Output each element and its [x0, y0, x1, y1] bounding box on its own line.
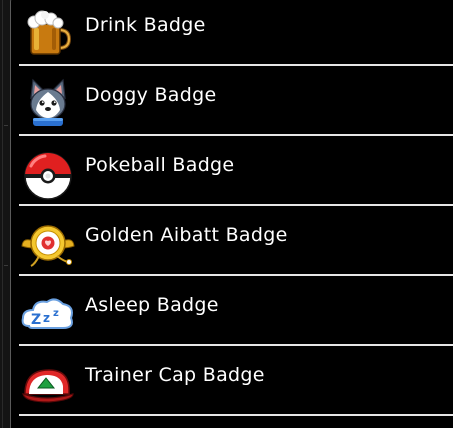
- badge-list-menu: Drink Badge Doggy Badge Pokeball Badge G…: [10, 0, 453, 428]
- badge-item-label: Pokeball Badge: [85, 154, 235, 176]
- badge-item-asleep[interactable]: Z z z Asleep Badge: [11, 276, 453, 346]
- badge-item-pokeball[interactable]: Pokeball Badge: [11, 136, 453, 206]
- sleep-cloud-icon: Z z z: [21, 286, 75, 340]
- badge-item-label: Trainer Cap Badge: [85, 364, 265, 386]
- badge-item-drink[interactable]: Drink Badge: [11, 0, 453, 66]
- badge-item-doggy[interactable]: Doggy Badge: [11, 66, 453, 136]
- badge-item-golden-aibatt[interactable]: Golden Aibatt Badge: [11, 206, 453, 276]
- pokeball-icon: [21, 146, 75, 200]
- trainer-cap-icon: [21, 356, 75, 410]
- golden-aibatt-icon: [21, 216, 75, 270]
- badge-item-trainer-cap[interactable]: Trainer Cap Badge: [11, 346, 453, 416]
- background-panel-tick: [4, 125, 8, 126]
- badge-item-label: Drink Badge: [85, 14, 206, 36]
- background-panel-edge: [2, 0, 3, 428]
- badge-menu-screen: Drink Badge Doggy Badge Pokeball Badge G…: [0, 0, 453, 428]
- menu-divider: [19, 414, 453, 416]
- badge-item-label: Asleep Badge: [85, 294, 219, 316]
- svg-text:z: z: [43, 311, 50, 325]
- badge-item-label: Doggy Badge: [85, 84, 217, 106]
- beer-mug-icon: [21, 6, 75, 60]
- svg-text:z: z: [53, 308, 59, 319]
- badge-item-label: Golden Aibatt Badge: [85, 224, 288, 246]
- svg-text:Z: Z: [31, 312, 41, 328]
- background-panel-tick: [4, 265, 8, 266]
- husky-dog-icon: [21, 76, 75, 130]
